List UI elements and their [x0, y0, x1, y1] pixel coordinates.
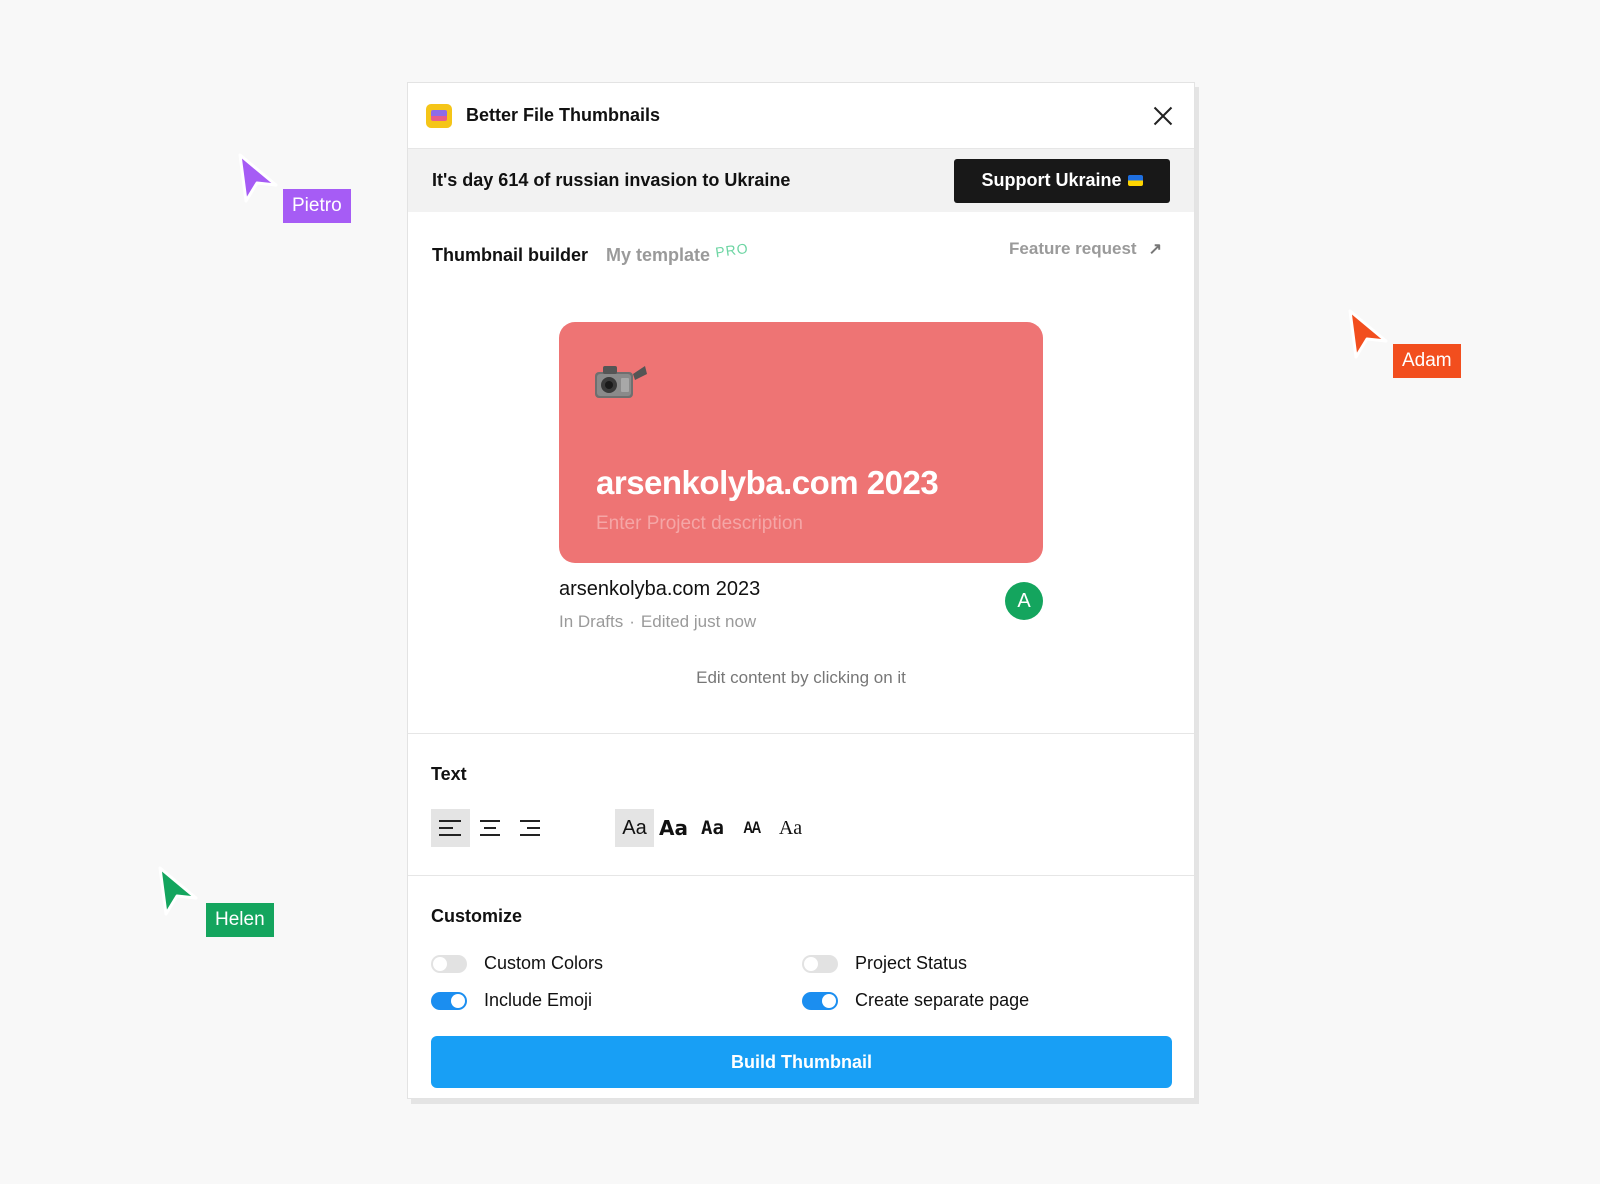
pro-badge: PRO	[714, 239, 750, 261]
meta-separator: ·	[629, 612, 635, 631]
avatar: A	[1005, 582, 1043, 620]
support-ukraine-button[interactable]: Support Ukraine	[954, 158, 1170, 203]
separate-page-toggle[interactable]	[802, 991, 838, 1010]
close-icon[interactable]	[1150, 103, 1176, 129]
build-thumbnail-button[interactable]: Build Thumbnail	[431, 1036, 1172, 1088]
custom-colors-toggle[interactable]	[431, 954, 467, 973]
text-section: Text Aa Aa Aa AA Aa	[408, 734, 1194, 876]
option-include-emoji[interactable]: Include Emoji	[431, 990, 592, 1011]
support-ukraine-label: Support Ukraine	[981, 170, 1122, 190]
alignment-group	[431, 809, 548, 847]
font-option-regular[interactable]: Aa	[615, 809, 654, 847]
cursor-arrow-icon	[158, 866, 198, 916]
option-custom-colors[interactable]: Custom Colors	[431, 953, 603, 974]
option-label: Custom Colors	[484, 953, 604, 973]
file-meta: In Drafts · Edited just now	[559, 612, 756, 632]
align-center-icon[interactable]	[470, 809, 509, 847]
project-status-toggle[interactable]	[802, 954, 838, 973]
cursor-label: Adam	[1393, 344, 1461, 378]
font-option-serif[interactable]: Aa	[771, 809, 810, 847]
option-label: Create separate page	[855, 990, 1030, 1010]
tab-thumbnail-builder[interactable]: Thumbnail builder	[432, 245, 588, 266]
ukraine-banner: It's day 614 of russian invasion to Ukra…	[408, 149, 1194, 212]
font-option-mono[interactable]: Aa	[693, 809, 732, 847]
option-label: Project Status	[855, 953, 968, 973]
plugin-window: Better File Thumbnails It's day 614 of r…	[407, 82, 1195, 1099]
thumbnail-card[interactable]: arsenkolyba.com 2023 Enter Project descr…	[559, 322, 1043, 563]
align-left-icon[interactable]	[431, 809, 470, 847]
include-emoji-toggle[interactable]	[431, 991, 467, 1010]
thumbnail-preview-area: arsenkolyba.com 2023 Enter Project descr…	[408, 298, 1194, 734]
customize-section-title: Customize	[431, 906, 523, 926]
font-option-condensed[interactable]: AA	[736, 809, 767, 847]
cursor-arrow-icon	[1348, 309, 1388, 359]
font-option-bold[interactable]: Aa	[654, 809, 693, 847]
plugin-titlebar: Better File Thumbnails	[408, 83, 1194, 149]
feature-request-link[interactable]: Feature request ↗	[1009, 239, 1162, 259]
ukraine-flag-icon	[1127, 175, 1143, 186]
external-arrow-icon: ↗	[1148, 241, 1162, 258]
file-name: arsenkolyba.com 2023	[559, 578, 761, 600]
cursor-arrow-icon	[238, 153, 278, 203]
option-project-status[interactable]: Project Status	[802, 953, 967, 974]
thumbnail-description[interactable]: Enter Project description	[596, 513, 803, 535]
video-camera-emoji-icon[interactable]	[593, 356, 649, 404]
file-location: In Drafts	[559, 612, 624, 631]
banner-text: It's day 614 of russian invasion to Ukra…	[432, 170, 791, 190]
customize-section: Customize Custom Colors Project Status I…	[408, 876, 1194, 1116]
align-right-icon[interactable]	[509, 809, 548, 847]
option-separate-page[interactable]: Create separate page	[802, 990, 1029, 1011]
tabs-row: Thumbnail builder My template PRO Featur…	[408, 212, 1194, 298]
text-section-title: Text	[431, 764, 467, 784]
cursor-label: Helen	[206, 903, 274, 937]
edit-hint: Edit content by clicking on it	[696, 668, 906, 687]
file-edited: Edited just now	[640, 612, 757, 631]
option-label: Include Emoji	[484, 990, 593, 1010]
tab-my-template[interactable]: My template	[606, 245, 710, 266]
cursor-label: Pietro	[283, 189, 351, 223]
thumbnail-title[interactable]: arsenkolyba.com 2023	[596, 464, 939, 502]
plugin-title: Better File Thumbnails	[466, 105, 661, 125]
app-icon	[426, 103, 452, 128]
feature-request-label: Feature request	[1009, 239, 1137, 258]
font-style-group: Aa Aa Aa AA Aa	[615, 809, 810, 847]
